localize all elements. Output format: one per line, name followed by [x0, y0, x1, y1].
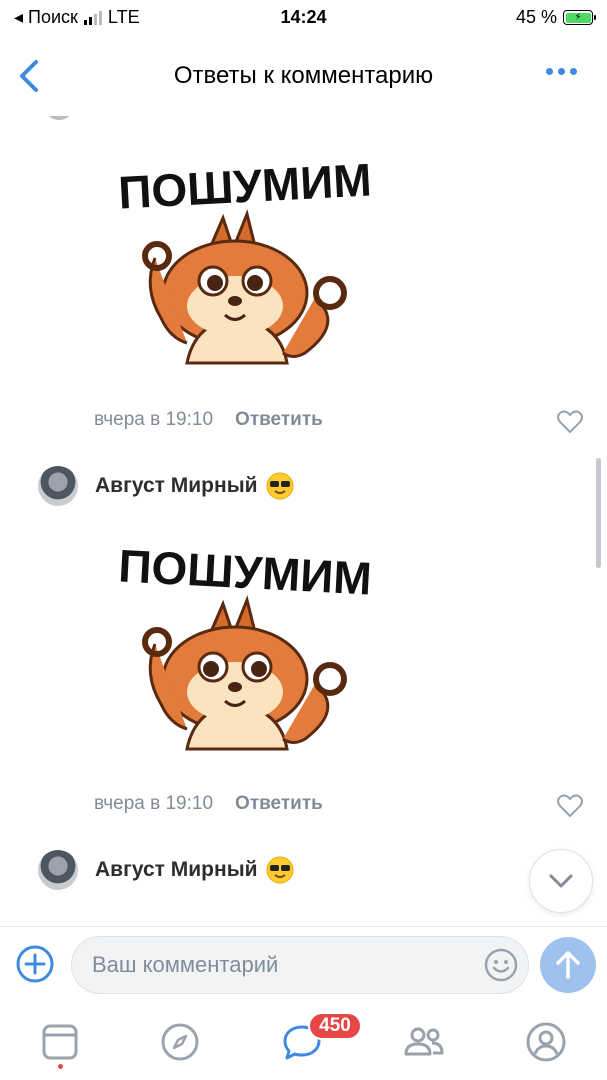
comment-author[interactable]: Август Мирный [38, 850, 294, 890]
status-bar: ◂ Поиск LTE 14:24 45 % ⚡ [0, 0, 607, 36]
sticker-caption: ПОШУМИМ [117, 539, 373, 604]
navigation-bar: Ответы к комментарию [0, 36, 607, 116]
scroll-down-button[interactable] [529, 849, 593, 913]
page-title: Ответы к комментарию [173, 62, 434, 89]
comment-time: вчера в 19:10 [94, 793, 214, 814]
heart-icon[interactable] [557, 794, 583, 818]
heart-icon[interactable] [557, 410, 583, 434]
news-indicator-dot [58, 1064, 63, 1069]
sunglasses-emoji-icon [266, 856, 294, 884]
avatar[interactable] [38, 466, 78, 506]
tab-bar: 450 [0, 1002, 607, 1080]
reply-button[interactable]: Ответить [235, 793, 323, 815]
scrollbar[interactable] [596, 458, 601, 568]
profile-icon[interactable] [524, 1020, 568, 1064]
messages-badge: 450 [308, 1012, 362, 1040]
author-name[interactable]: Август Мирный [95, 858, 258, 882]
sunglasses-emoji-icon [266, 472, 294, 500]
reply-button[interactable]: Ответить [235, 409, 323, 431]
news-icon[interactable] [38, 1020, 82, 1064]
sticker-caption: ПОШУМИМ [117, 153, 373, 218]
status-right: 45 % ⚡ [515, 7, 596, 28]
comment-input[interactable] [71, 936, 529, 994]
battery-icon: ⚡ [563, 10, 596, 25]
more-dots-icon[interactable] [546, 68, 577, 75]
comment-time: вчера в 19:10 [94, 409, 214, 430]
comment-meta: вчера в 19:10 Ответить [94, 793, 323, 815]
back-chevron-icon[interactable] [14, 58, 46, 94]
sticker-image: ПОШУМИМ [117, 539, 373, 751]
comment-thread[interactable]: ПОШУМИМ вчера в 19:10 Ответить Август Ми… [0, 116, 607, 926]
comment-composer [0, 926, 607, 1002]
comment-meta: вчера в 19:10 Ответить [94, 409, 323, 431]
send-arrow-icon [556, 951, 580, 979]
chevron-down-icon [549, 874, 573, 888]
compass-icon[interactable] [158, 1020, 202, 1064]
send-button[interactable] [540, 937, 596, 993]
sticker-image: ПОШУМИМ [117, 153, 373, 365]
avatar[interactable] [38, 850, 78, 890]
avatar[interactable] [44, 116, 74, 120]
comment-author[interactable]: Август Мирный [38, 466, 294, 506]
battery-percent: 45 % [515, 7, 557, 27]
plus-circle-icon[interactable] [15, 944, 55, 984]
smile-icon[interactable] [483, 947, 519, 983]
author-name[interactable]: Август Мирный [95, 474, 258, 498]
friends-icon[interactable] [402, 1020, 446, 1064]
